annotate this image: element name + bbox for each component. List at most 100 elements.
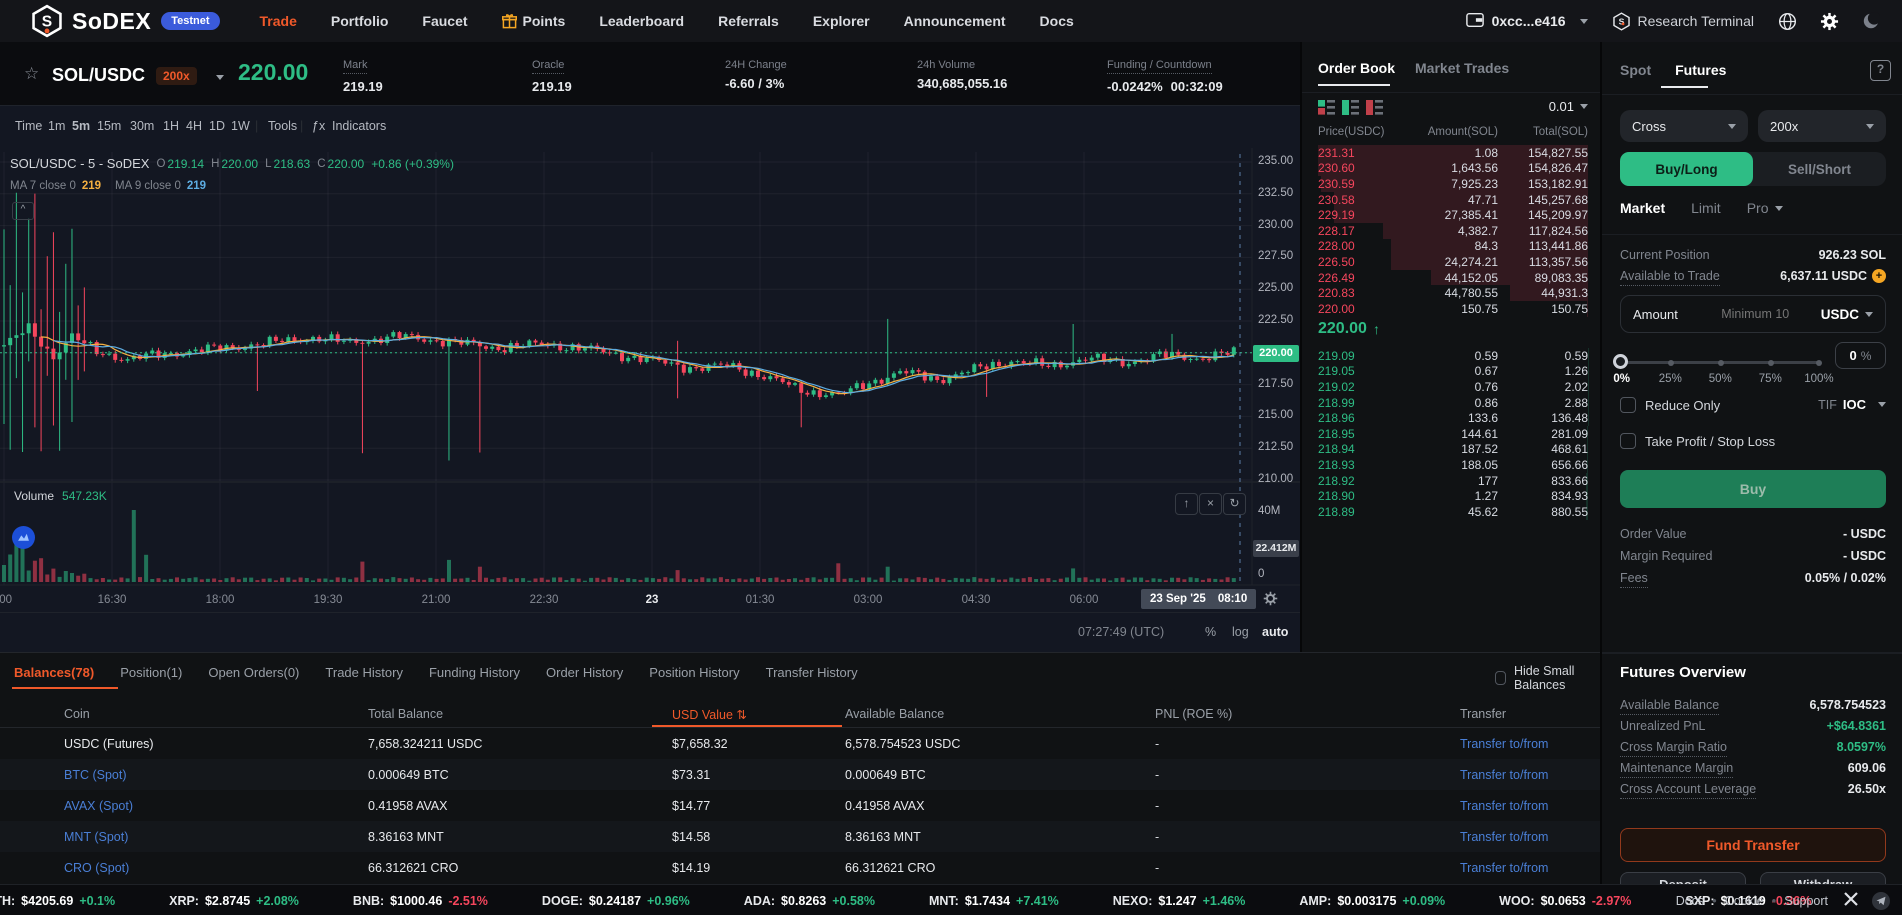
col-header-pnl-roe-[interactable]: PNL (ROE %)	[1155, 707, 1232, 721]
orderbook-row-ask[interactable]: 230.597,925.23153,182.91	[1302, 176, 1600, 192]
table-row[interactable]: BTC (Spot)0.000649 BTC$73.310.000649 BTC…	[0, 759, 1600, 790]
nav-item-trade[interactable]: Trade	[260, 13, 297, 29]
slider-dot-100[interactable]	[1816, 360, 1822, 366]
margin-mode-select[interactable]: Cross	[1620, 110, 1748, 142]
footer-link-support[interactable]: Support	[1784, 894, 1828, 908]
footer-link-cookie[interactable]: Cookie	[1725, 894, 1764, 908]
ticker-MNT[interactable]: MNT:$1.7434+7.41%	[929, 894, 1059, 908]
tab-order-history[interactable]: Order History	[546, 665, 623, 680]
interval-time[interactable]: Time	[15, 119, 42, 133]
nav-item-docs[interactable]: Docs	[1040, 13, 1074, 29]
tab-transfer-history[interactable]: Transfer History	[766, 665, 858, 680]
buy-long-button[interactable]: Buy/Long	[1620, 152, 1753, 186]
orderbook-row-ask[interactable]: 220.8344,780.5544,931.3	[1302, 285, 1600, 301]
coin-cell[interactable]: BTC (Spot)	[64, 768, 127, 782]
orderbook-row-ask[interactable]: 231.311.08154,827.55	[1302, 145, 1600, 161]
tab-market-trades[interactable]: Market Trades	[1415, 60, 1509, 76]
mid-price-row[interactable]: 220.00 ↑	[1318, 320, 1380, 338]
nav-item-portfolio[interactable]: Portfolio	[331, 13, 389, 29]
table-row[interactable]: AVAX (Spot)0.41958 AVAX$14.770.41958 AVA…	[0, 790, 1600, 821]
book-view-asks-icon[interactable]	[1366, 100, 1383, 118]
ticker-AMP[interactable]: AMP:$0.003175+0.09%	[1299, 894, 1445, 908]
orderbook-row-bid[interactable]: 218.95144.61281.09	[1302, 426, 1600, 442]
orderbook-row-bid[interactable]: 218.94187.52468.61	[1302, 442, 1600, 458]
reduce-only-checkbox[interactable]	[1620, 397, 1636, 413]
log-scale-button[interactable]: log	[1232, 625, 1249, 639]
sell-short-button[interactable]: Sell/Short	[1753, 152, 1886, 186]
dark-mode-moon-icon[interactable]	[1862, 12, 1880, 30]
telegram-icon[interactable]	[1872, 892, 1890, 910]
indicators-button[interactable]: Indicators	[332, 119, 386, 133]
language-globe-icon[interactable]	[1778, 12, 1796, 30]
transfer-link[interactable]: Transfer to/from	[1460, 830, 1548, 844]
nav-item-explorer[interactable]: Explorer	[813, 13, 870, 29]
nav-item-referrals[interactable]: Referrals	[718, 13, 779, 29]
x-twitter-icon[interactable]	[1844, 892, 1858, 909]
order-type-limit[interactable]: Limit	[1691, 200, 1721, 216]
col-header-coin[interactable]: Coin	[64, 707, 90, 721]
leverage-select[interactable]: 200x	[1758, 110, 1886, 142]
orderbook-row-bid[interactable]: 218.93188.05656.66	[1302, 457, 1600, 473]
coin-cell[interactable]: CRO (Spot)	[64, 861, 129, 875]
scroll-up-button[interactable]: ↑	[1175, 493, 1198, 515]
size-percent-box[interactable]: 0 %	[1835, 342, 1886, 369]
interval-30m[interactable]: 30m	[130, 119, 154, 133]
col-header-available-balance[interactable]: Available Balance	[845, 707, 944, 721]
slider-dot-75[interactable]	[1768, 360, 1774, 366]
legend-collapse-button[interactable]: ^	[12, 202, 34, 220]
tab-balances-78-[interactable]: Balances(78)	[14, 665, 94, 680]
deposit-plus-icon[interactable]: +	[1872, 269, 1886, 283]
volume-indicator-icon[interactable]	[12, 526, 35, 549]
orderbook-row-bid[interactable]: 219.020.762.02	[1302, 379, 1600, 395]
book-view-bids-icon[interactable]	[1342, 100, 1359, 118]
nav-item-announcement[interactable]: Announcement	[904, 13, 1006, 29]
ticker-NEXO[interactable]: NEXO:$1.247+1.46%	[1113, 894, 1246, 908]
orderbook-row-ask[interactable]: 226.5024,274.21113,357.56	[1302, 254, 1600, 270]
percent-scale-button[interactable]: %	[1205, 625, 1216, 639]
auto-scale-button[interactable]: auto	[1262, 625, 1288, 639]
ticker-ETH[interactable]: ETH:$4205.69+0.1%	[0, 894, 115, 908]
pair-name[interactable]: SOL/USDC	[52, 65, 145, 86]
table-row[interactable]: MNT (Spot)8.36163 MNT$14.588.36163 MNT-T…	[0, 821, 1600, 852]
tpsl-checkbox[interactable]	[1620, 433, 1636, 449]
amount-input[interactable]	[1707, 306, 1791, 322]
interval-5m[interactable]: 5m	[72, 119, 90, 133]
transfer-link[interactable]: Transfer to/from	[1460, 737, 1548, 751]
settings-gear-icon[interactable]	[1820, 12, 1838, 30]
tools-button[interactable]: Tools	[268, 119, 297, 133]
orderbook-row-ask[interactable]: 226.4944,152.0589,083.35	[1302, 270, 1600, 286]
interval-1W[interactable]: 1W	[231, 119, 250, 133]
size-slider[interactable]	[1620, 352, 1820, 372]
orderbook-row-ask[interactable]: 228.0084.3113,441.86	[1302, 239, 1600, 255]
footer-link-docs[interactable]: Docs	[1676, 894, 1704, 908]
nav-item-points[interactable]: Points	[502, 13, 566, 29]
wallet-address-button[interactable]: 0xcc...e416	[1466, 12, 1588, 30]
table-row[interactable]: CRO (Spot)66.312621 CRO$14.1966.312621 C…	[0, 852, 1600, 883]
fx-indicator-icon[interactable]: ƒx	[312, 119, 325, 133]
tab-futures[interactable]: Futures	[1675, 62, 1726, 78]
order-type-pro[interactable]: Pro	[1747, 200, 1783, 216]
coin-cell[interactable]: AVAX (Spot)	[64, 799, 133, 813]
ticker-BNB[interactable]: BNB:$1000.46-2.51%	[353, 894, 488, 908]
orderbook-row-ask[interactable]: 230.5847.71145,257.68	[1302, 192, 1600, 208]
tab-spot[interactable]: Spot	[1620, 62, 1651, 78]
nav-item-leaderboard[interactable]: Leaderboard	[599, 13, 684, 29]
col-header-usd-value[interactable]: USD Value ⇅	[672, 707, 747, 722]
slider-dot-25[interactable]	[1668, 360, 1674, 366]
nav-item-faucet[interactable]: Faucet	[422, 13, 467, 29]
pair-chevron-down-icon[interactable]	[216, 75, 224, 80]
orderbook-row-ask[interactable]: 229.1927,385.41145,209.97	[1302, 207, 1600, 223]
tab-trade-history[interactable]: Trade History	[325, 665, 403, 680]
tab-order-book[interactable]: Order Book	[1318, 60, 1395, 76]
submit-buy-button[interactable]: Buy	[1620, 470, 1886, 508]
tab-open-orders-0-[interactable]: Open Orders(0)	[208, 665, 299, 680]
candlestick-chart[interactable]	[0, 148, 1300, 652]
tab-position-history[interactable]: Position History	[649, 665, 739, 680]
transfer-link[interactable]: Transfer to/from	[1460, 768, 1548, 782]
close-pane-button[interactable]: ×	[1199, 493, 1222, 515]
ticker-WOO[interactable]: WOO:$0.0653-2.97%	[1499, 894, 1631, 908]
research-terminal-button[interactable]: S Research Terminal	[1612, 12, 1754, 30]
fund-transfer-button[interactable]: Fund Transfer	[1620, 828, 1886, 862]
hide-small-balances[interactable]: Hide Small Balances	[1495, 664, 1600, 692]
help-icon[interactable]: ?	[1870, 60, 1891, 81]
